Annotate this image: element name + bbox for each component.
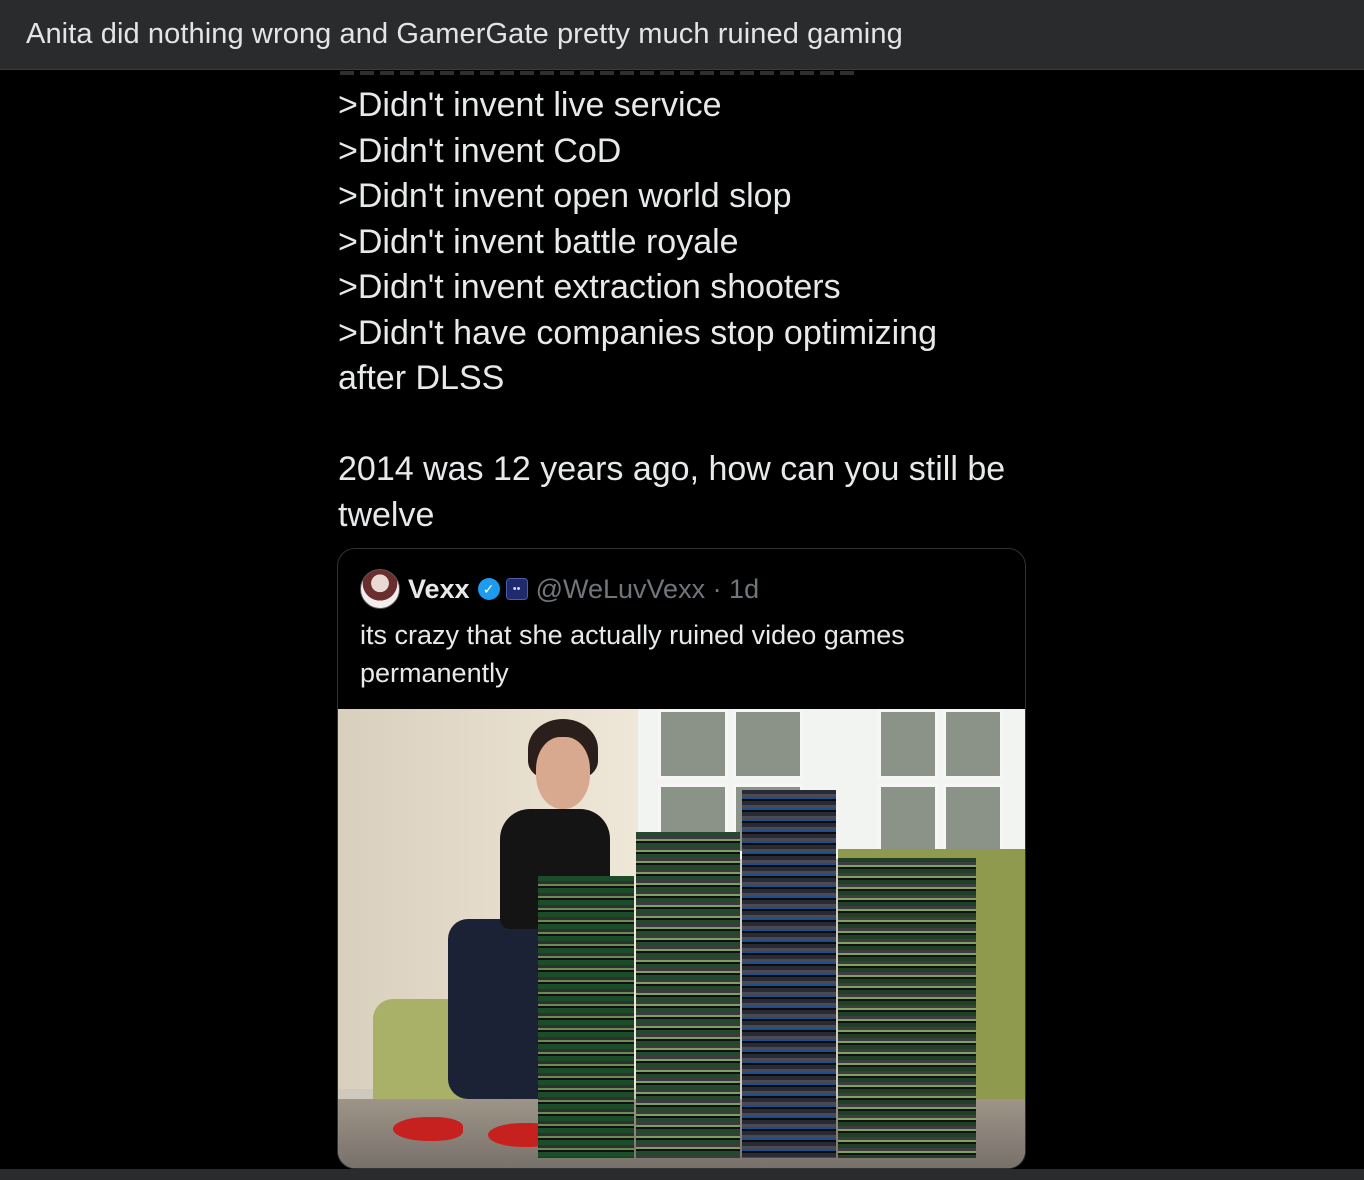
quoted-line: permanently [360,658,509,688]
post-line: >Didn't invent CoD [338,131,622,170]
game-stack [636,832,740,1158]
post-line: >Didn't invent live service [338,86,722,124]
post-line: >Didn't invent open world slop [338,177,792,215]
verified-badge-icon: ✓ [477,578,500,600]
cropped-text-fragment [340,71,860,75]
quoted-post-photo[interactable] [338,709,1025,1168]
quoted-post-text: its crazy that she actually ruined video… [360,616,1000,692]
affiliate-badge-icon: •• [505,578,528,600]
author-name[interactable]: Vexx [408,574,470,605]
horizontal-scrollbar[interactable] [0,1169,1364,1180]
post-line: after DLSS [338,359,505,397]
photo-shoe [393,1117,463,1141]
post-line: 2014 was 12 years ago, how can you still… [338,450,1006,488]
avatar[interactable] [360,569,400,609]
game-stack [538,876,634,1158]
game-stack [838,858,976,1158]
window-title-bar: Anita did nothing wrong and GamerGate pr… [0,0,1364,70]
game-stack [742,790,836,1158]
post-body: >Didn't invent live service >Didn't inve… [338,83,1038,538]
quoted-line: its crazy that she actually ruined video… [360,620,905,650]
post-line: >Didn't invent battle royale [338,222,739,261]
post-content: >Didn't invent live service >Didn't inve… [0,71,1364,1169]
photo-person-face [536,737,590,809]
quoted-post-card[interactable]: Vexx ✓ •• @WeLuvVexx · 1d its crazy that… [337,548,1026,1169]
post-line: twelve [338,495,435,534]
window-title: Anita did nothing wrong and GamerGate pr… [26,18,903,50]
author-handle[interactable]: @WeLuvVexx · 1d [536,574,760,605]
post-line: >Didn't invent extraction shooters [338,268,841,306]
post-line: >Didn't have companies stop optimizing [338,313,937,352]
quoted-post-header: Vexx ✓ •• @WeLuvVexx · 1d [360,569,759,609]
